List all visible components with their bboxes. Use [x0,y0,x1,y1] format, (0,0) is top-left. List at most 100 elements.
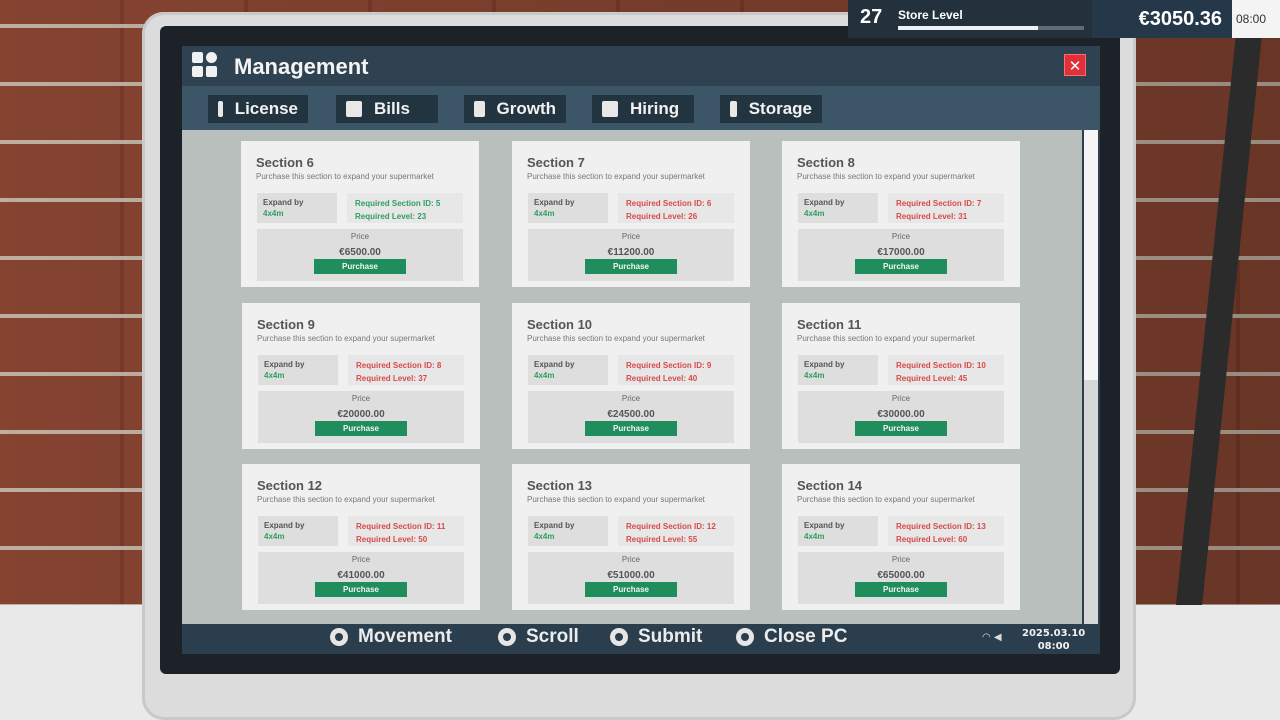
expand-label: Expand by [804,198,845,207]
hint-label: Scroll [526,626,579,647]
section-card: Section 7 Purchase this section to expan… [512,141,750,287]
management-app-icon [192,52,218,78]
expand-info: Expand by 4x4m [528,193,608,223]
purchase-button[interactable]: Purchase [855,259,947,274]
purchase-button[interactable]: Purchase [314,259,406,274]
price-box: Price €6500.00 Purchase [257,229,463,281]
requirements: Required Section ID: 6 Required Level: 2… [618,193,734,223]
price-label: Price [891,394,911,403]
section-title: Section 11 [797,317,862,332]
taskbar-time: 08:00 [1037,641,1070,652]
hint-label: Submit [638,626,703,647]
section-card: Section 8 Purchase this section to expan… [782,141,1020,287]
requirements: Required Section ID: 8 Required Level: 3… [348,355,464,385]
expand-size: 4x4m [534,532,555,541]
price-box: Price €24500.00 Purchase [528,391,734,443]
price-value: €24500.00 [607,409,655,420]
expand-size: 4x4m [264,371,285,380]
purchase-button[interactable]: Purchase [585,259,677,274]
hint-submit: Submit [610,626,702,648]
section-card: Section 6 Purchase this section to expan… [241,141,479,287]
requirements: Required Section ID: 7 Required Level: 3… [888,193,1004,223]
section-description: Purchase this section to expand your sup… [797,172,975,181]
cross-button-icon [610,628,628,646]
section-title: Section 6 [256,155,314,170]
hint-close-pc: Close PC [736,626,847,648]
price-box: Price €30000.00 Purchase [798,391,1004,443]
expand-size: 4x4m [534,371,555,380]
expand-size: 4x4m [804,532,825,541]
section-description: Purchase this section to expand your sup… [257,495,435,504]
purchase-button[interactable]: Purchase [315,421,407,436]
section-card: Section 14 Purchase this section to expa… [782,464,1020,610]
price-value: €6500.00 [339,247,381,258]
section-title: Section 9 [257,317,315,332]
tab-hiring[interactable]: Hiring [592,95,694,123]
section-description: Purchase this section to expand your sup… [797,495,975,504]
wifi-icon: ◠ [982,632,991,643]
expand-info: Expand by 4x4m [258,516,338,546]
pc-screen: Management ✕ License Bills Growth Hiring… [182,46,1100,654]
required-level: Required Level: 45 [896,374,968,383]
price-label: Price [891,232,911,241]
tab-label: Hiring [630,99,680,118]
expand-info: Expand by 4x4m [257,193,337,223]
section-card: Section 12 Purchase this section to expa… [242,464,480,610]
expand-info: Expand by 4x4m [798,355,878,385]
section-description: Purchase this section to expand your sup… [527,172,705,181]
expand-label: Expand by [264,521,305,530]
sections-grid: Section 6 Purchase this section to expan… [182,130,1082,624]
hiring-icon [602,101,618,117]
expand-label: Expand by [264,360,305,369]
price-label: Price [350,232,370,241]
tab-bills[interactable]: Bills [336,95,438,123]
store-level-progress [898,26,1084,30]
required-section-id: Required Section ID: 10 [896,361,986,370]
required-level: Required Level: 31 [896,212,968,221]
price-label: Price [351,394,371,403]
content-scrollbar[interactable] [1084,130,1098,624]
expand-label: Expand by [534,360,575,369]
system-tray: ◠ ◀ [982,632,1002,643]
scrollbar-thumb[interactable] [1084,130,1098,380]
hint-movement: Movement [330,626,452,648]
hint-label: Movement [358,626,452,647]
expand-info: Expand by 4x4m [798,516,878,546]
required-section-id: Required Section ID: 11 [356,522,446,531]
required-level: Required Level: 37 [356,374,428,383]
price-value: €17000.00 [877,247,925,258]
section-card: Section 11 Purchase this section to expa… [782,303,1020,449]
close-button[interactable]: ✕ [1064,54,1086,76]
window-titlebar: Management ✕ [182,46,1100,86]
required-level: Required Level: 50 [356,535,428,544]
tab-label: Storage [748,99,812,118]
price-box: Price €20000.00 Purchase [258,391,464,443]
volume-icon: ◀ [993,632,1002,643]
required-level: Required Level: 23 [355,212,427,221]
purchase-button[interactable]: Purchase [855,421,947,436]
price-box: Price €11200.00 Purchase [528,229,734,281]
section-description: Purchase this section to expand your sup… [257,334,435,343]
section-title: Section 10 [527,317,593,332]
left-stick-icon [330,628,348,646]
tab-label: Bills [374,99,410,118]
hint-scroll: Scroll [498,626,579,648]
purchase-button[interactable]: Purchase [585,421,677,436]
tab-storage[interactable]: Storage [720,95,822,123]
requirements: Required Section ID: 9 Required Level: 4… [618,355,734,385]
store-level-progress-fill [898,26,1038,30]
section-title: Section 8 [797,155,855,170]
purchase-button[interactable]: Purchase [585,582,677,597]
purchase-button[interactable]: Purchase [315,582,407,597]
section-title: Section 14 [797,478,863,493]
tab-growth[interactable]: Growth [464,95,566,123]
price-label: Price [621,394,641,403]
required-level: Required Level: 55 [626,535,698,544]
expand-info: Expand by 4x4m [528,355,608,385]
tab-license[interactable]: License [208,95,308,123]
required-section-id: Required Section ID: 13 [896,522,986,531]
purchase-button[interactable]: Purchase [855,582,947,597]
required-section-id: Required Section ID: 12 [626,522,716,531]
expand-info: Expand by 4x4m [258,355,338,385]
hint-label: Close PC [764,626,848,647]
